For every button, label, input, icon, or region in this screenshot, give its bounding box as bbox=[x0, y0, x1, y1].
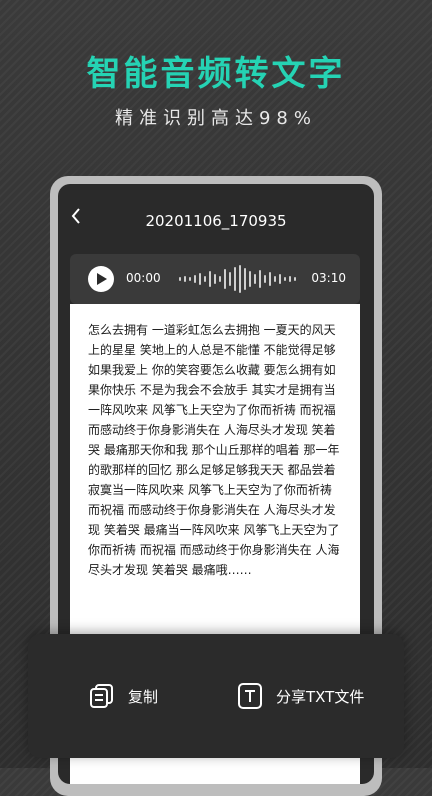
audio-player: 00:00 03:10 bbox=[70, 254, 360, 304]
promo-subline: 精准识别高达98% bbox=[114, 108, 317, 129]
copy-button[interactable]: 复制 bbox=[88, 678, 158, 714]
play-button[interactable] bbox=[88, 266, 114, 292]
total-time: 03:10 bbox=[311, 271, 346, 285]
share-label: 分享TXT文件 bbox=[276, 687, 365, 706]
copy-icon bbox=[90, 684, 113, 708]
transcript-text: 怎么去拥有 一道彩虹怎么去拥抱 一夏天的风天上的星星 笑地上的人总是不能懂 不能… bbox=[88, 323, 340, 577]
action-sheet: 复制 分享TXT文件 bbox=[28, 634, 404, 758]
recording-title: 20201106_170935 bbox=[145, 212, 287, 230]
top-bar: 20201106_170935 bbox=[58, 184, 374, 254]
play-icon bbox=[97, 273, 107, 285]
copy-label: 复制 bbox=[128, 687, 159, 706]
share-txt-button[interactable]: 分享TXT文件 bbox=[236, 678, 364, 714]
promo-headline: 智能音频转文字 bbox=[86, 54, 346, 94]
text-file-icon bbox=[238, 683, 262, 709]
current-time: 00:00 bbox=[126, 271, 161, 285]
waveform-icon bbox=[179, 265, 296, 293]
